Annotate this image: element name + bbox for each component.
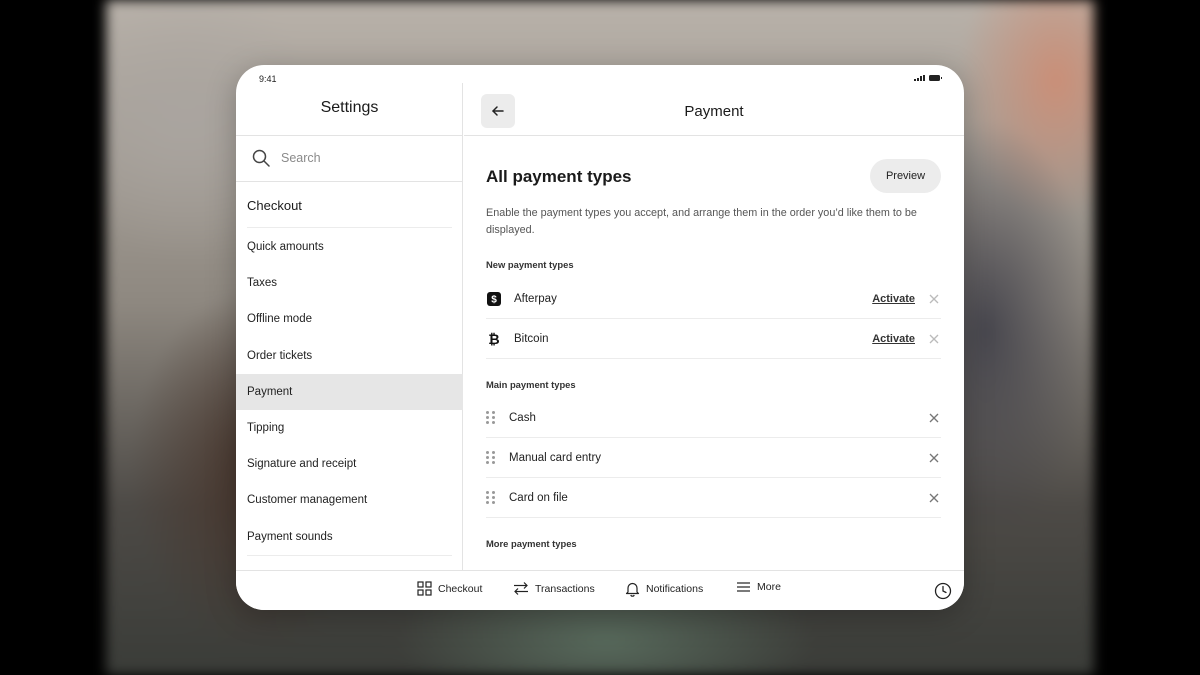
payment-row-afterpay: $ Afterpay Activate — [486, 279, 941, 319]
clock-button[interactable] — [934, 582, 952, 605]
tab-notifications[interactable]: Notifications — [625, 581, 703, 597]
more-payment-types-heading: More payment types — [486, 538, 577, 549]
tablet-screen: 9:41 Settings Search Checkout Quick amou… — [236, 65, 964, 610]
search-field[interactable]: Search — [236, 135, 463, 182]
remove-manual-card-entry-button[interactable] — [927, 451, 941, 465]
new-payment-types-heading: New payment types — [486, 259, 574, 270]
all-payment-types-heading: All payment types — [486, 167, 632, 186]
tab-transactions[interactable]: Transactions — [513, 581, 595, 596]
section-checkout: Checkout — [247, 198, 302, 213]
payment-row-card-on-file[interactable]: Card on file — [486, 478, 941, 518]
tab-label: Notifications — [646, 583, 704, 595]
nav-item-signature-receipt[interactable]: Signature and receipt — [236, 446, 463, 482]
nav-item-payment[interactable]: Payment — [236, 373, 463, 410]
preview-button[interactable]: Preview — [870, 159, 941, 193]
divider — [247, 555, 452, 556]
close-icon — [929, 334, 939, 343]
close-icon — [929, 493, 939, 502]
main-payment-types-heading: Main payment types — [486, 379, 576, 390]
nav-item-offline-mode[interactable]: Offline mode — [236, 301, 463, 337]
activate-bitcoin-link[interactable]: Activate — [872, 333, 915, 345]
battery-icon — [929, 75, 942, 81]
description: Enable the payment types you accept, and… — [486, 207, 917, 236]
clock-icon — [934, 582, 952, 600]
nav-item-customer-management[interactable]: Customer management — [236, 482, 463, 518]
nav-item-taxes[interactable]: Taxes — [236, 265, 463, 301]
drag-handle-icon[interactable] — [486, 411, 496, 424]
divider — [247, 227, 452, 228]
payment-type-label: Afterpay — [514, 292, 557, 305]
afterpay-icon: $ — [486, 291, 502, 307]
tab-more[interactable]: More — [736, 581, 781, 593]
nav-item-quick-amounts[interactable]: Quick amounts — [236, 229, 463, 265]
bitcoin-icon: ₿ — [488, 330, 500, 347]
payment-type-label: Cash — [509, 411, 536, 424]
payment-row-manual-card-entry[interactable]: Manual card entry — [486, 438, 941, 478]
menu-icon — [737, 582, 750, 592]
divider — [464, 135, 964, 136]
dismiss-bitcoin-button[interactable] — [927, 332, 941, 346]
payment-type-label: Bitcoin — [514, 332, 549, 345]
settings-sidebar: Settings Search Checkout Quick amounts T… — [236, 83, 463, 570]
payment-type-label: Manual card entry — [509, 451, 602, 464]
nav-item-payment-sounds[interactable]: Payment sounds — [236, 519, 463, 555]
tab-checkout[interactable]: Checkout — [417, 581, 482, 596]
settings-title: Settings — [320, 99, 379, 116]
page-title: Payment — [684, 103, 744, 120]
activate-afterpay-link[interactable]: Activate — [872, 293, 915, 305]
transfer-arrows-icon — [514, 582, 528, 595]
remove-card-on-file-button[interactable] — [927, 491, 941, 505]
payment-row-bitcoin: ₿ Bitcoin Activate — [486, 319, 941, 359]
svg-text:$: $ — [491, 294, 497, 305]
bottom-nav: Checkout Transactions Notifications More — [236, 570, 964, 610]
dismiss-afterpay-button[interactable] — [927, 292, 941, 306]
search-placeholder: Search — [281, 151, 321, 165]
grid-icon — [417, 581, 432, 596]
drag-handle-icon[interactable] — [486, 491, 496, 504]
tab-label: Transactions — [535, 582, 595, 595]
payment-type-label: Card on file — [509, 491, 568, 504]
status-icons — [914, 75, 942, 81]
tab-label: Checkout — [438, 582, 483, 595]
payment-panel: Payment All payment types Preview Enable… — [464, 83, 964, 570]
search-icon — [252, 149, 270, 167]
nav-item-tipping[interactable]: Tipping — [236, 410, 463, 446]
bell-icon — [625, 582, 640, 597]
close-icon — [929, 294, 939, 303]
drag-handle-icon[interactable] — [486, 451, 496, 464]
nav-item-order-tickets[interactable]: Order tickets — [236, 338, 463, 374]
tab-label: More — [757, 581, 781, 593]
close-icon — [929, 453, 939, 462]
close-icon — [929, 413, 939, 422]
settings-nav: Quick amounts Taxes Offline mode Order t… — [236, 229, 463, 555]
payment-row-cash[interactable]: Cash — [486, 398, 941, 438]
signal-icon — [914, 75, 925, 81]
remove-cash-button[interactable] — [927, 411, 941, 425]
